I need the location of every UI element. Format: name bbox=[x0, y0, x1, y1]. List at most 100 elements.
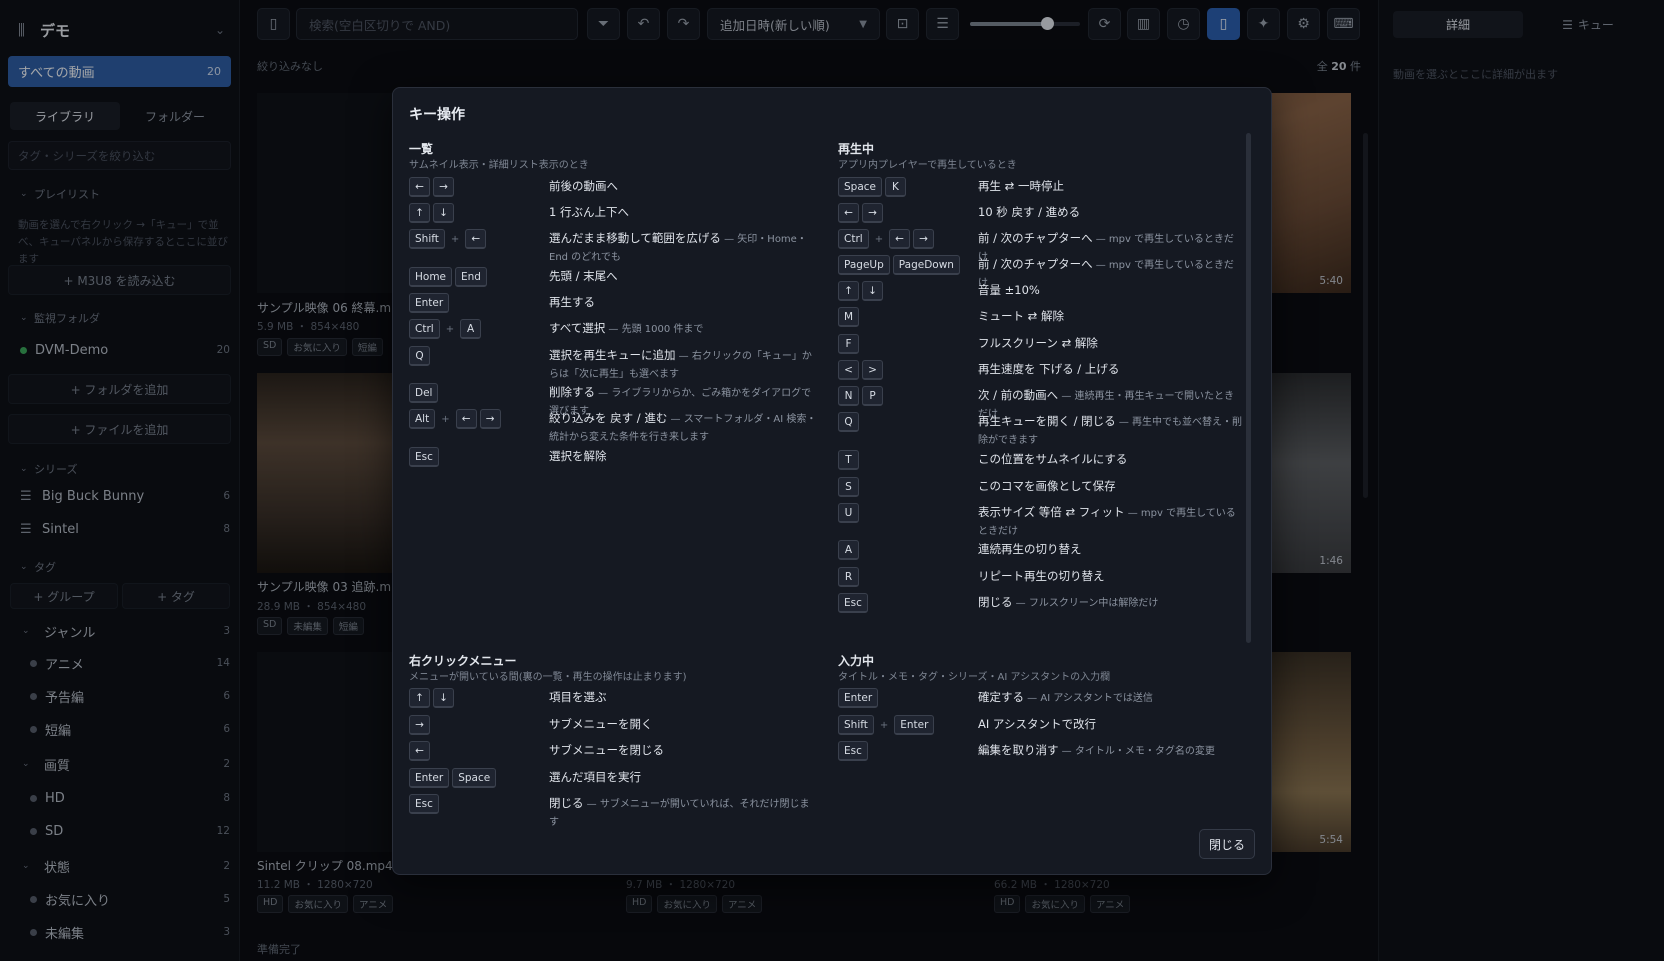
shortcut-action: 先頭 / 末尾へ bbox=[549, 269, 618, 283]
shortcut-action: 再生 ⇄ 一時停止 bbox=[978, 179, 1064, 193]
key-cap: N bbox=[838, 386, 859, 406]
close-button[interactable]: 閉じる bbox=[1199, 829, 1255, 859]
shortcut-keys: F bbox=[838, 334, 859, 354]
key-cap: → bbox=[479, 409, 501, 429]
shortcut-action: リピート再生の切り替え bbox=[978, 569, 1105, 583]
shortcut-action: ミュート ⇄ 解除 bbox=[978, 309, 1064, 323]
shortcut-row: Enter 確定する — AI アシスタントでは送信 bbox=[838, 688, 1243, 710]
shortcut-description: 再生 ⇄ 一時停止 bbox=[978, 178, 1243, 194]
shortcut-action: このコマを画像として保存 bbox=[978, 479, 1116, 493]
key-cap: End bbox=[455, 267, 487, 287]
shortcut-description: 10 秒 戻す / 進める bbox=[978, 204, 1243, 220]
shortcut-keys: < > bbox=[838, 360, 883, 380]
shortcut-action: 10 秒 戻す / 進める bbox=[978, 205, 1081, 219]
shortcut-keys: M bbox=[838, 307, 860, 327]
key-cap: ↓ bbox=[862, 281, 883, 301]
key-cap: Ctrl bbox=[838, 229, 869, 249]
shortcut-keys: ↑ ↓ bbox=[409, 203, 454, 223]
shortcut-row: Enter Space 選んだ項目を実行 bbox=[409, 768, 819, 790]
shortcut-row: Shift + Enter AI アシスタントで改行 bbox=[838, 715, 1243, 737]
plus-separator: + bbox=[879, 719, 889, 731]
shortcut-note: — フルスクリーン中は解除だけ bbox=[1012, 598, 1159, 609]
section-title: 再生中 bbox=[838, 142, 875, 156]
key-cap: Enter bbox=[409, 768, 450, 788]
shortcut-row: S このコマを画像として保存 bbox=[838, 477, 1243, 499]
shortcut-keys: Enter bbox=[838, 688, 879, 708]
shortcut-row: Space K 再生 ⇄ 一時停止 bbox=[838, 177, 1243, 199]
shortcut-row: NP次 / 前の動画へ — 連続再生・再生キューで開いたときだけ bbox=[838, 386, 1243, 420]
shortcut-keys: → bbox=[409, 715, 430, 735]
key-cap: P bbox=[862, 386, 883, 406]
shortcut-row: Esc 編集を取り消す — タイトル・メモ・タグ名の変更 bbox=[838, 741, 1243, 763]
shortcut-description: 選んだ項目を実行 bbox=[549, 769, 819, 785]
shortcut-action: サブメニューを開く bbox=[549, 717, 653, 731]
key-cap: → bbox=[409, 715, 430, 735]
key-cap: M bbox=[838, 307, 860, 327]
plus-separator: + bbox=[445, 323, 455, 335]
shortcut-action: 削除する bbox=[549, 385, 595, 399]
shortcut-action: この位置をサムネイルにする bbox=[978, 452, 1128, 466]
key-cap: Alt bbox=[409, 409, 436, 429]
shortcut-action: サブメニューを閉じる bbox=[549, 743, 664, 757]
shortcut-row: ← → 前後の動画へ bbox=[409, 177, 819, 199]
section-title: 右クリックメニュー bbox=[409, 654, 517, 668]
key-cap: Space bbox=[452, 768, 497, 788]
shortcut-description: 再生速度を 下げる / 上げる bbox=[978, 361, 1243, 377]
key-cap: → bbox=[862, 203, 883, 223]
shortcut-row: Q 選択を再生キューに追加 — 右クリックの「キュー」からは「次に再生」も選べます bbox=[409, 346, 819, 380]
shortcut-row: Esc 閉じる — サブメニューが開いていれば、それだけ閉じます bbox=[409, 794, 819, 828]
key-cap: Shift bbox=[838, 715, 874, 735]
shortcut-row: Ctrl + ← → 前 / 次のチャプターへ — mpv で再生しているときだけ bbox=[838, 229, 1243, 263]
shortcut-action: 次 / 前の動画へ bbox=[978, 388, 1059, 402]
shortcut-keys: T bbox=[838, 450, 859, 470]
shortcut-row: Esc 選択を解除 bbox=[409, 447, 819, 469]
shortcut-action: 再生する bbox=[549, 295, 595, 309]
shortcut-keys: Home End bbox=[409, 267, 487, 287]
key-cap: Esc bbox=[409, 447, 439, 467]
shortcut-keys: ← → bbox=[409, 177, 454, 197]
key-cap: Esc bbox=[838, 593, 868, 613]
key-cap: ↓ bbox=[433, 203, 454, 223]
shortcut-row: Del 削除する — ライブラリからか、ごみ箱かをダイアログで選びます bbox=[409, 383, 819, 417]
shortcut-keys: Alt + ← → bbox=[409, 409, 501, 429]
shortcut-row: < > 再生速度を 下げる / 上げる bbox=[838, 360, 1243, 382]
shortcut-action: 選択を再生キューに追加 bbox=[549, 348, 676, 362]
shortcut-action: 選んだまま移動して範囲を広げる bbox=[549, 231, 721, 245]
shortcut-row: Alt + ← → 絞り込みを 戻す / 進む — スマートフォルダ・AI 検索・統計か… bbox=[409, 409, 819, 443]
key-cap: ← bbox=[838, 203, 859, 223]
key-cap: ↑ bbox=[409, 203, 430, 223]
shortcut-description: 選択を解除 bbox=[549, 448, 819, 464]
key-cap: ← bbox=[409, 177, 430, 197]
key-cap: < bbox=[838, 360, 859, 380]
key-cap: ↑ bbox=[409, 688, 430, 708]
shortcut-keys: NP bbox=[838, 386, 883, 406]
shortcut-keys: ↑ ↓ bbox=[838, 281, 883, 301]
dialog-scrollbar[interactable] bbox=[1246, 133, 1251, 643]
shortcut-row: → サブメニューを開く bbox=[409, 715, 819, 737]
shortcut-action: 絞り込みを 戻す / 進む bbox=[549, 411, 668, 425]
shortcut-row: T この位置をサムネイルにする bbox=[838, 450, 1243, 472]
shortcut-description: ミュート ⇄ 解除 bbox=[978, 308, 1243, 324]
plus-separator: + bbox=[441, 413, 450, 425]
key-cap: T bbox=[838, 450, 859, 470]
shortcut-row: Q 再生キューを開く / 閉じる — 再生中でも並べ替え・削除ができます bbox=[838, 412, 1243, 446]
shortcut-keys: ← bbox=[409, 741, 430, 761]
dialog-title: キー操作 bbox=[409, 107, 465, 123]
shortcut-action: 前 / 次のチャプターへ bbox=[978, 231, 1093, 245]
shortcut-action: 再生速度を 下げる / 上げる bbox=[978, 362, 1120, 376]
key-cap: Esc bbox=[409, 794, 439, 814]
key-cap: Esc bbox=[838, 741, 868, 761]
shortcut-row: Home End 先頭 / 末尾へ bbox=[409, 267, 819, 289]
section-title: 一覧 bbox=[409, 142, 434, 156]
shortcut-action: 前後の動画へ bbox=[549, 179, 618, 193]
shortcut-keys: U bbox=[838, 503, 859, 523]
shortcut-description: 選択を再生キューに追加 — 右クリックの「キュー」からは「次に再生」も選べます bbox=[549, 347, 819, 383]
key-cap: Q bbox=[838, 412, 859, 432]
shortcut-description: 選んだまま移動して範囲を広げる — 矢印・Home・End のどれでも bbox=[549, 230, 819, 266]
shortcut-keys: Esc bbox=[838, 741, 868, 761]
shortcut-keys: Del bbox=[409, 383, 439, 403]
plus-separator: + bbox=[874, 233, 884, 245]
key-cap: F bbox=[838, 334, 859, 354]
key-cap: Ctrl bbox=[409, 319, 440, 339]
shortcut-row: Shift + ← 選んだまま移動して範囲を広げる — 矢印・Home・End のどれ… bbox=[409, 229, 819, 263]
